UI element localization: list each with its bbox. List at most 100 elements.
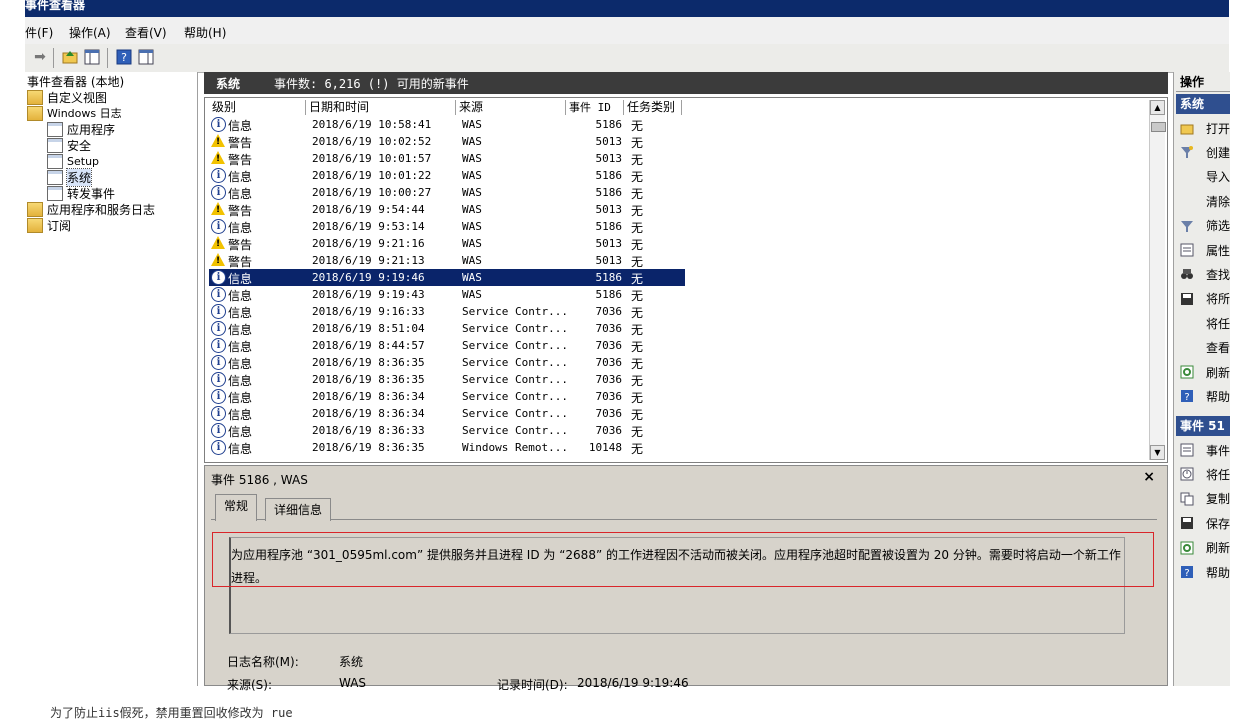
event-id: 7036 <box>595 356 623 369</box>
event-row[interactable]: i 信息 2018/6/19 8:36:35 Service Contr... 7036… <box>209 371 685 388</box>
blank-icon <box>1180 316 1194 330</box>
event-row[interactable]: i 信息 2018/6/19 9:19:46 WAS 5186 无 <box>209 269 685 286</box>
action-item[interactable]: 打开 <box>1180 117 1230 139</box>
event-row[interactable]: i 信息 2018/6/19 10:01:22 WAS 5186 无 <box>209 167 685 184</box>
action-item[interactable]: 查找 <box>1180 263 1230 285</box>
tree-item-root[interactable]: 事件查看器 (本地) <box>27 73 124 89</box>
event-row[interactable]: ! 警告 2018/6/19 10:01:57 WAS 5013 无 <box>209 150 685 167</box>
event-row[interactable]: i 信息 2018/6/19 9:19:43 WAS 5186 无 <box>209 286 685 303</box>
action-item[interactable]: 将任 <box>1180 312 1230 334</box>
action-item[interactable]: 将任 <box>1180 463 1230 485</box>
event-source: WAS <box>462 118 482 131</box>
action-item[interactable]: 刷新 <box>1180 537 1230 559</box>
event-id: 7036 <box>595 424 623 437</box>
event-id: 7036 <box>595 339 623 352</box>
event-task-category: 无 <box>631 425 644 439</box>
event-task-category: 无 <box>631 442 644 456</box>
event-source: Service Contr... <box>462 356 568 369</box>
column-task-category[interactable]: 任务类别 <box>624 100 682 115</box>
close-icon[interactable]: × <box>1143 469 1155 485</box>
action-item[interactable]: ? 帮助 <box>1180 385 1230 407</box>
action-item[interactable]: 保存 <box>1180 512 1230 534</box>
up-folder-icon[interactable] <box>61 48 79 66</box>
event-row[interactable]: i 信息 2018/6/19 8:36:33 Service Contr... 7036… <box>209 422 685 439</box>
action-item[interactable]: 将所 <box>1180 288 1230 310</box>
action-item[interactable]: 刷新 <box>1180 361 1230 383</box>
action-item[interactable]: 清除 <box>1180 190 1230 212</box>
tree-item-custom-views[interactable]: 自定义视图 <box>27 89 107 105</box>
tree-item-forwarded[interactable]: 转发事件 <box>47 185 115 201</box>
column-event-id[interactable]: 事件 ID <box>566 100 624 115</box>
show-hide-tree-icon[interactable] <box>83 48 101 66</box>
event-row[interactable]: i 信息 2018/6/19 9:53:14 WAS 5186 无 <box>209 218 685 235</box>
log-icon <box>47 137 63 153</box>
event-source: WAS <box>462 169 482 182</box>
tree-item-system[interactable]: 系统 <box>47 167 93 187</box>
forward-arrow-icon[interactable]: ➡ <box>31 48 49 66</box>
event-row[interactable]: ! 警告 2018/6/19 9:54:44 WAS 5013 无 <box>209 201 685 218</box>
event-level: 警告 <box>228 153 253 167</box>
action-label: 筛选 <box>1206 219 1230 234</box>
event-datetime: 2018/6/19 8:36:34 <box>312 390 425 403</box>
event-list-scrollbar[interactable]: ▲ ▼ <box>1149 100 1166 460</box>
tree-item-app-service-logs[interactable]: 应用程序和服务日志 <box>27 201 155 217</box>
action-item[interactable]: 导入 <box>1180 166 1230 188</box>
event-row[interactable]: i 信息 2018/6/19 8:51:04 Service Contr... 7036… <box>209 320 685 337</box>
menu-view[interactable]: 查看(V) <box>125 24 167 41</box>
scroll-up-arrow-icon[interactable]: ▲ <box>1150 100 1165 115</box>
event-row[interactable]: i 信息 2018/6/19 8:36:34 Service Contr... 7036… <box>209 405 685 422</box>
blank-icon <box>1180 341 1194 355</box>
event-row[interactable]: i 信息 2018/6/19 8:44:57 Service Contr... 7036… <box>209 337 685 354</box>
event-row[interactable]: ! 警告 2018/6/19 9:21:13 WAS 5013 无 <box>209 252 685 269</box>
event-row[interactable]: i 信息 2018/6/19 10:58:41 WAS 5186 无 <box>209 116 685 133</box>
menu-help[interactable]: 帮助(H) <box>184 24 226 41</box>
tree-item-application[interactable]: 应用程序 <box>47 121 115 137</box>
event-source: Service Contr... <box>462 424 568 437</box>
event-datetime: 2018/6/19 10:01:57 <box>312 152 432 165</box>
tree-item-windows-logs[interactable]: Windows 日志 <box>27 105 122 121</box>
action-label: 刷新 <box>1206 365 1230 380</box>
help-icon[interactable]: ? <box>115 48 133 66</box>
column-source[interactable]: 来源 <box>456 100 566 115</box>
event-row[interactable]: i 信息 2018/6/19 8:36:34 Service Contr... 7036… <box>209 388 685 405</box>
event-row[interactable]: ! 警告 2018/6/19 9:21:16 WAS 5013 无 <box>209 235 685 252</box>
event-id: 5013 <box>595 152 623 165</box>
event-list: 级别 日期和时间 来源 事件 ID 任务类别 i 信息 2018/6/19 10:5… <box>204 97 1168 463</box>
action-item[interactable]: 筛选 <box>1180 215 1230 237</box>
tree-item-setup[interactable]: Setup <box>47 153 99 169</box>
action-item[interactable]: 查看 <box>1180 337 1230 359</box>
action-item[interactable]: ? 帮助 <box>1180 561 1230 583</box>
event-datetime: 2018/6/19 8:36:35 <box>312 356 425 369</box>
tree-item-subscriptions[interactable]: 订阅 <box>27 217 71 233</box>
show-hide-action-icon[interactable] <box>137 48 155 66</box>
column-level[interactable]: 级别 <box>209 100 306 115</box>
tab-general[interactable]: 常规 <box>215 494 258 521</box>
action-label: 保存 <box>1206 516 1230 531</box>
action-item[interactable]: 属性 <box>1180 239 1230 261</box>
action-label: 创建 <box>1206 145 1230 160</box>
event-row[interactable]: i 信息 2018/6/19 10:00:27 WAS 5186 无 <box>209 184 685 201</box>
action-item[interactable]: 事件 <box>1180 439 1230 461</box>
event-level: 警告 <box>228 238 253 252</box>
event-row[interactable]: i 信息 2018/6/19 9:16:33 Service Contr... 7036… <box>209 303 685 320</box>
event-row[interactable]: i 信息 2018/6/19 8:36:35 Windows Remot... 1014… <box>209 439 685 456</box>
scroll-thumb[interactable] <box>1151 122 1166 132</box>
menu-file[interactable]: 件(F) <box>25 24 53 41</box>
tab-details[interactable]: 详细信息 <box>265 498 332 521</box>
action-item[interactable]: 复制 <box>1180 488 1230 510</box>
save-icon <box>1180 292 1194 306</box>
event-row[interactable]: ! 警告 2018/6/19 10:02:52 WAS 5013 无 <box>209 133 685 150</box>
tree-item-security[interactable]: 安全 <box>47 137 91 153</box>
event-count: 事件数: 6,216 (!) 可用的新事件 <box>274 77 469 91</box>
event-id: 10148 <box>588 441 622 454</box>
scroll-down-arrow-icon[interactable]: ▼ <box>1150 445 1165 460</box>
event-task-category: 无 <box>631 238 644 252</box>
action-label: 查看 <box>1205 341 1230 356</box>
event-row[interactable]: i 信息 2018/6/19 8:36:35 Service Contr... 7036… <box>209 354 685 371</box>
event-id: 7036 <box>595 407 623 420</box>
event-task-category: 无 <box>631 374 644 388</box>
event-task-category: 无 <box>631 391 644 405</box>
column-datetime[interactable]: 日期和时间 <box>306 100 456 115</box>
menu-action[interactable]: 操作(A) <box>69 24 111 41</box>
action-item[interactable]: 创建 <box>1180 141 1230 163</box>
